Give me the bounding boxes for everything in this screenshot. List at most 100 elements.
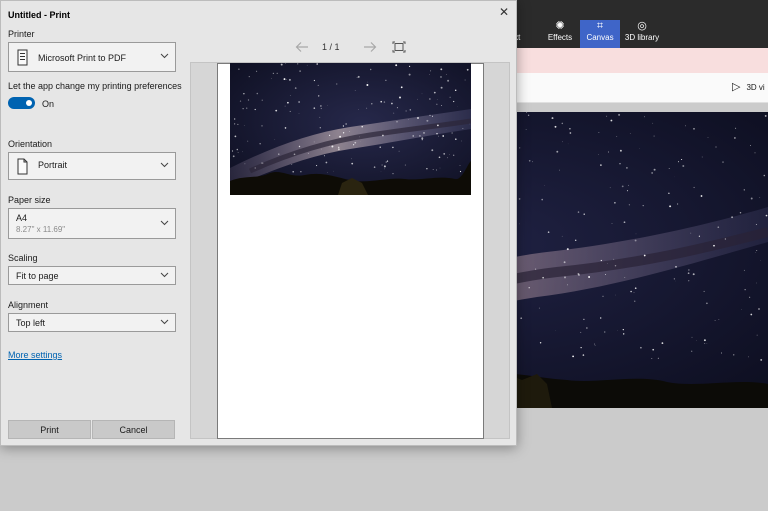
star [313, 141, 315, 143]
star [254, 167, 256, 169]
3d-library-icon: ◎ [637, 20, 647, 32]
star [248, 76, 250, 78]
star [750, 313, 753, 316]
tool-effects[interactable]: ✺ Effects [540, 20, 580, 48]
star [703, 339, 706, 342]
star [715, 146, 717, 148]
star [606, 115, 608, 117]
star [385, 161, 387, 163]
star [623, 221, 626, 224]
star [313, 79, 315, 82]
prefs-label: Let the app change my printing preferenc… [8, 81, 182, 91]
star [339, 135, 342, 138]
printer-select[interactable]: Microsoft Print to PDF [8, 42, 176, 72]
star [754, 152, 756, 154]
star [298, 101, 300, 103]
close-button[interactable]: ✕ [495, 5, 513, 19]
star [426, 167, 428, 170]
star [644, 116, 645, 118]
star [600, 164, 602, 166]
star [242, 151, 243, 153]
star [598, 132, 600, 133]
effects-icon: ✺ [555, 20, 565, 32]
orientation-select[interactable]: Portrait [8, 152, 176, 180]
star [759, 196, 761, 198]
arrow-left-icon[interactable] [295, 41, 309, 53]
star [455, 138, 457, 140]
star [756, 282, 757, 284]
star [459, 170, 462, 173]
star [259, 143, 261, 145]
night-sky-thumbnail [230, 63, 471, 195]
star [440, 86, 443, 89]
star [256, 92, 259, 95]
portrait-page-icon [16, 158, 29, 175]
star [466, 68, 469, 71]
star [756, 334, 758, 336]
page-indicator: 1 / 1 [322, 42, 340, 52]
star [396, 121, 398, 123]
star [333, 170, 334, 172]
star [446, 157, 448, 159]
star [319, 127, 321, 129]
star [367, 81, 368, 83]
star [677, 161, 680, 163]
star [607, 151, 609, 153]
star [371, 103, 373, 105]
star [619, 149, 622, 152]
star [704, 343, 706, 344]
view-3d-label: 3D vi [746, 83, 765, 92]
paper-size-select[interactable]: A4 8.27" x 11.69" [8, 208, 176, 239]
star [469, 123, 471, 125]
star [353, 144, 355, 146]
star [243, 93, 245, 95]
star [756, 249, 758, 252]
star [438, 156, 441, 159]
star [690, 232, 692, 234]
tool-canvas[interactable]: ⌗ Canvas [580, 20, 620, 48]
star [693, 186, 695, 189]
cancel-button[interactable]: Cancel [92, 420, 175, 439]
star [432, 115, 433, 117]
view-3d-button[interactable]: ▷ 3D vi [732, 82, 765, 93]
star [619, 163, 621, 165]
star [243, 124, 245, 126]
star [321, 148, 322, 150]
more-settings-link[interactable]: More settings [8, 350, 62, 360]
star [616, 136, 618, 137]
star [744, 289, 746, 291]
toggle-knob [26, 100, 32, 106]
star [630, 290, 632, 293]
arrow-right-icon[interactable] [363, 41, 377, 53]
alignment-label: Alignment [8, 300, 49, 310]
star [331, 145, 334, 148]
star [652, 122, 654, 124]
star [692, 273, 695, 276]
star [392, 146, 394, 149]
star [668, 192, 670, 194]
fit-page-icon[interactable] [392, 41, 406, 53]
star [569, 132, 572, 134]
star [349, 131, 351, 133]
star [653, 135, 655, 137]
star [758, 308, 760, 310]
prefs-toggle[interactable] [8, 97, 35, 109]
preview-navigation: 1 / 1 [190, 39, 510, 55]
star [396, 107, 398, 109]
alignment-select[interactable]: Top left [8, 313, 176, 332]
print-dialog: Untitled - Print ✕ Printer Microsoft Pri… [0, 0, 517, 446]
scaling-select[interactable]: Fit to page [8, 266, 176, 285]
star [520, 317, 523, 320]
star [289, 110, 291, 112]
paper-size-label: Paper size [8, 195, 51, 205]
star [618, 113, 621, 116]
tool-3d-library[interactable]: ◎ 3D library [620, 20, 664, 48]
star [691, 350, 693, 352]
print-button[interactable]: Print [8, 420, 91, 439]
star [287, 101, 289, 104]
star [342, 125, 344, 127]
star [419, 135, 421, 137]
star [577, 272, 580, 275]
star [238, 68, 240, 70]
star [383, 101, 386, 103]
